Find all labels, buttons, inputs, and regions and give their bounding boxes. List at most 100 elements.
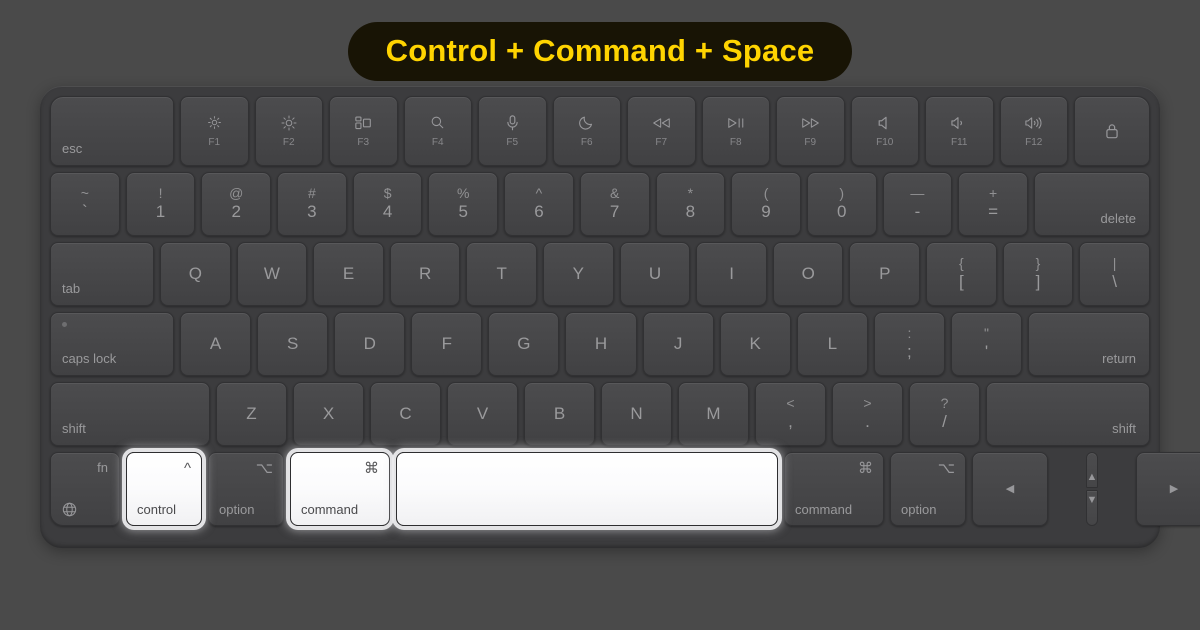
key-h[interactable]: H bbox=[565, 312, 637, 376]
key-command-left-label: command bbox=[301, 502, 359, 517]
key-5[interactable]: % 5 bbox=[428, 172, 499, 236]
key-s[interactable]: S bbox=[257, 312, 329, 376]
key-minus[interactable]: — - bbox=[882, 172, 953, 236]
key-9[interactable]: ( 9 bbox=[731, 172, 801, 236]
key-caps-lock[interactable]: caps lock bbox=[50, 312, 174, 376]
key-8[interactable]: * 8 bbox=[655, 172, 726, 236]
key-option-left[interactable]: ⌥ option bbox=[208, 452, 284, 526]
key-0-shift-label: ) bbox=[839, 185, 845, 201]
key-f9-fast-forward[interactable]: F9 bbox=[776, 96, 845, 166]
key-control-left[interactable]: ^ control bbox=[126, 452, 202, 526]
key-right-bracket[interactable]: } ] bbox=[1002, 242, 1074, 306]
key-semicolon[interactable]: : ; bbox=[873, 312, 945, 376]
key-x[interactable]: X bbox=[293, 382, 364, 446]
key-f3-mission-control[interactable]: F3 bbox=[329, 96, 398, 166]
key-z[interactable]: Z bbox=[216, 382, 287, 446]
key-b[interactable]: B bbox=[524, 382, 595, 446]
key-comma[interactable]: < , bbox=[755, 382, 826, 446]
key-period-label: . bbox=[865, 412, 870, 431]
key-p[interactable]: P bbox=[849, 242, 921, 306]
key-w[interactable]: W bbox=[236, 242, 308, 306]
key-3[interactable]: # 3 bbox=[277, 172, 347, 236]
key-backtick-shift-label: ~ bbox=[80, 185, 89, 201]
key-option-right[interactable]: ⌥ option bbox=[890, 452, 966, 526]
key-o[interactable]: O bbox=[772, 242, 844, 306]
key-fn[interactable]: fn bbox=[50, 452, 120, 526]
key-comma-label: , bbox=[788, 412, 793, 431]
key-r[interactable]: R bbox=[389, 242, 461, 306]
key-l[interactable]: L bbox=[796, 312, 868, 376]
key-j[interactable]: J bbox=[642, 312, 714, 376]
key-d[interactable]: D bbox=[334, 312, 406, 376]
shortcut-badge: Control + Command + Space bbox=[347, 22, 853, 81]
key-c[interactable]: C bbox=[370, 382, 441, 446]
key-1[interactable]: ! 1 bbox=[125, 172, 196, 236]
key-6[interactable]: ^ 6 bbox=[504, 172, 574, 236]
key-p-label: P bbox=[879, 264, 891, 283]
key-arrow-up[interactable]: ▲ bbox=[1085, 452, 1099, 488]
key-return[interactable]: return bbox=[1028, 312, 1151, 376]
key-command-left[interactable]: ⌘ command bbox=[290, 452, 390, 526]
brightness-up-icon bbox=[281, 115, 297, 131]
key-f5-dictation[interactable]: F5 bbox=[478, 96, 547, 166]
key-f[interactable]: F bbox=[411, 312, 483, 376]
key-a[interactable]: A bbox=[180, 312, 252, 376]
key-k[interactable]: K bbox=[719, 312, 791, 376]
key-f10-mute[interactable]: F10 bbox=[850, 96, 919, 166]
key-f1-brightness-down[interactable]: F1 bbox=[180, 96, 249, 166]
key-i[interactable]: I bbox=[696, 242, 767, 306]
key-n[interactable]: N bbox=[601, 382, 672, 446]
key-space[interactable] bbox=[396, 452, 778, 526]
key-left-bracket[interactable]: { [ bbox=[926, 242, 997, 306]
key-f6-do-not-disturb[interactable]: F6 bbox=[552, 96, 621, 166]
key-escape[interactable]: esc bbox=[50, 96, 174, 166]
key-m[interactable]: M bbox=[678, 382, 749, 446]
key-1-label: 1 bbox=[155, 202, 166, 221]
key-tab[interactable]: tab bbox=[50, 242, 154, 306]
key-arrow-right[interactable]: ▶ bbox=[1136, 452, 1200, 526]
key-q-label: Q bbox=[188, 264, 202, 283]
key-q[interactable]: Q bbox=[160, 242, 231, 306]
fast-forward-icon bbox=[801, 115, 820, 131]
key-f12-volume-up[interactable]: F12 bbox=[999, 96, 1068, 166]
key-v[interactable]: V bbox=[447, 382, 518, 446]
key-f11-volume-down[interactable]: F11 bbox=[925, 96, 994, 166]
key-command-right[interactable]: ⌘ command bbox=[784, 452, 884, 526]
key-g[interactable]: G bbox=[488, 312, 560, 376]
command-icon: ⌘ bbox=[364, 460, 379, 477]
modifier-row: fn ^ control ⌥ option ⌘ command ⌘ comman… bbox=[50, 452, 1200, 526]
key-period[interactable]: > . bbox=[832, 382, 903, 446]
key-equals[interactable]: + = bbox=[958, 172, 1028, 236]
key-u[interactable]: U bbox=[619, 242, 691, 306]
shortcut-badge-container: Control + Command + Space bbox=[0, 22, 1200, 81]
key-touch-id-lock[interactable] bbox=[1074, 96, 1150, 166]
key-e[interactable]: E bbox=[313, 242, 384, 306]
key-0-label: 0 bbox=[836, 202, 847, 221]
arrow-down-icon: ▼ bbox=[1086, 494, 1098, 506]
key-f8-play-pause[interactable]: F8 bbox=[701, 96, 770, 166]
key-t[interactable]: T bbox=[466, 242, 538, 306]
key-f4-spotlight[interactable]: F4 bbox=[403, 96, 472, 166]
key-left-shift[interactable]: shift bbox=[50, 382, 210, 446]
key-backslash[interactable]: | \ bbox=[1079, 242, 1150, 306]
key-f2-brightness-up[interactable]: F2 bbox=[254, 96, 323, 166]
key-arrow-left[interactable]: ◀ bbox=[972, 452, 1048, 526]
key-5-shift-label: % bbox=[457, 185, 470, 201]
key-slash[interactable]: ? / bbox=[909, 382, 980, 446]
key-0[interactable]: ) 0 bbox=[806, 172, 877, 236]
key-7[interactable]: & 7 bbox=[579, 172, 650, 236]
bottom-letter-row: shift Z X C V B N M < , > . ? / shift bbox=[50, 382, 1150, 446]
key-y[interactable]: Y bbox=[543, 242, 614, 306]
mission-control-icon bbox=[355, 115, 372, 131]
key-quote[interactable]: " ' bbox=[950, 312, 1023, 376]
key-d-label: D bbox=[363, 334, 376, 353]
key-2-label: 2 bbox=[231, 202, 241, 221]
key-arrow-down[interactable]: ▼ bbox=[1085, 490, 1099, 526]
rewind-icon bbox=[652, 115, 671, 131]
key-f7-rewind[interactable]: F7 bbox=[627, 96, 696, 166]
key-2[interactable]: @ 2 bbox=[201, 172, 272, 236]
key-backtick[interactable]: ~ ` bbox=[50, 172, 120, 236]
key-delete[interactable]: delete bbox=[1033, 172, 1150, 236]
key-4[interactable]: $ 4 bbox=[352, 172, 423, 236]
key-right-shift[interactable]: shift bbox=[986, 382, 1150, 446]
